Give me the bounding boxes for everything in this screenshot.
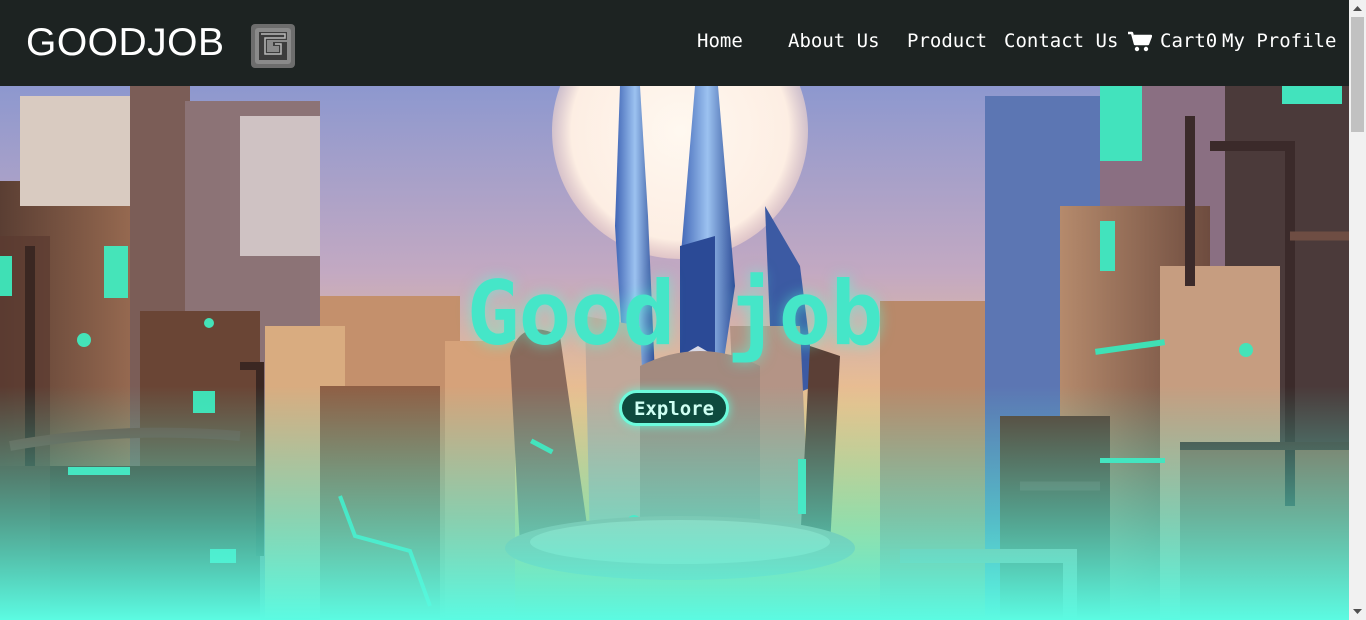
scroll-down-arrow-icon[interactable] — [1349, 603, 1366, 620]
nav-home[interactable]: Home — [697, 29, 743, 53]
nav-my-profile[interactable]: My Profile — [1222, 29, 1336, 53]
navbar: GOODJOB Home About Us Product Contact Us… — [0, 0, 1349, 86]
nav-cart-label: Cart0 — [1160, 30, 1218, 52]
explore-button[interactable]: Explore — [619, 390, 729, 426]
vertical-scrollbar[interactable] — [1349, 0, 1366, 620]
nav-contact-us[interactable]: Contact Us — [1004, 29, 1118, 53]
scroll-up-arrow-icon[interactable] — [1349, 0, 1366, 17]
nav-cart[interactable]: Cart0 — [1128, 29, 1217, 53]
hero-title: Good job — [466, 262, 884, 365]
goodjob-logo-icon[interactable] — [249, 22, 299, 70]
hero-banner: Good job Explore — [0, 86, 1349, 620]
brand-name[interactable]: GOODJOB — [26, 20, 225, 66]
nav-about-us[interactable]: About Us — [788, 29, 880, 53]
cart-icon — [1128, 31, 1152, 51]
nav-product[interactable]: Product — [907, 29, 987, 53]
scrollbar-thumb[interactable] — [1351, 17, 1364, 132]
